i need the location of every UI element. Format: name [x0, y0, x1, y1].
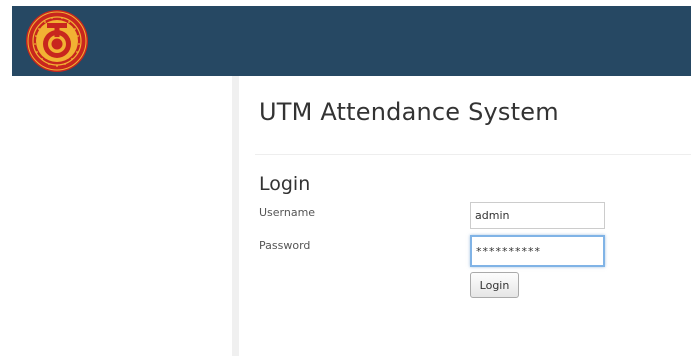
login-heading: Login — [259, 173, 311, 195]
sidebar — [0, 76, 239, 356]
header-bar — [12, 6, 691, 76]
login-page: UTM Attendance System Login Username Pas… — [0, 0, 691, 356]
main-content: UTM Attendance System Login Username Pas… — [239, 76, 691, 356]
password-label: Password — [259, 239, 311, 252]
username-field[interactable] — [470, 202, 605, 229]
password-field[interactable] — [470, 235, 605, 267]
login-button[interactable]: Login — [470, 272, 519, 298]
utm-logo-icon[interactable] — [25, 9, 89, 73]
page-title: UTM Attendance System — [259, 98, 559, 126]
title-divider — [255, 154, 691, 155]
username-label: Username — [259, 206, 316, 219]
